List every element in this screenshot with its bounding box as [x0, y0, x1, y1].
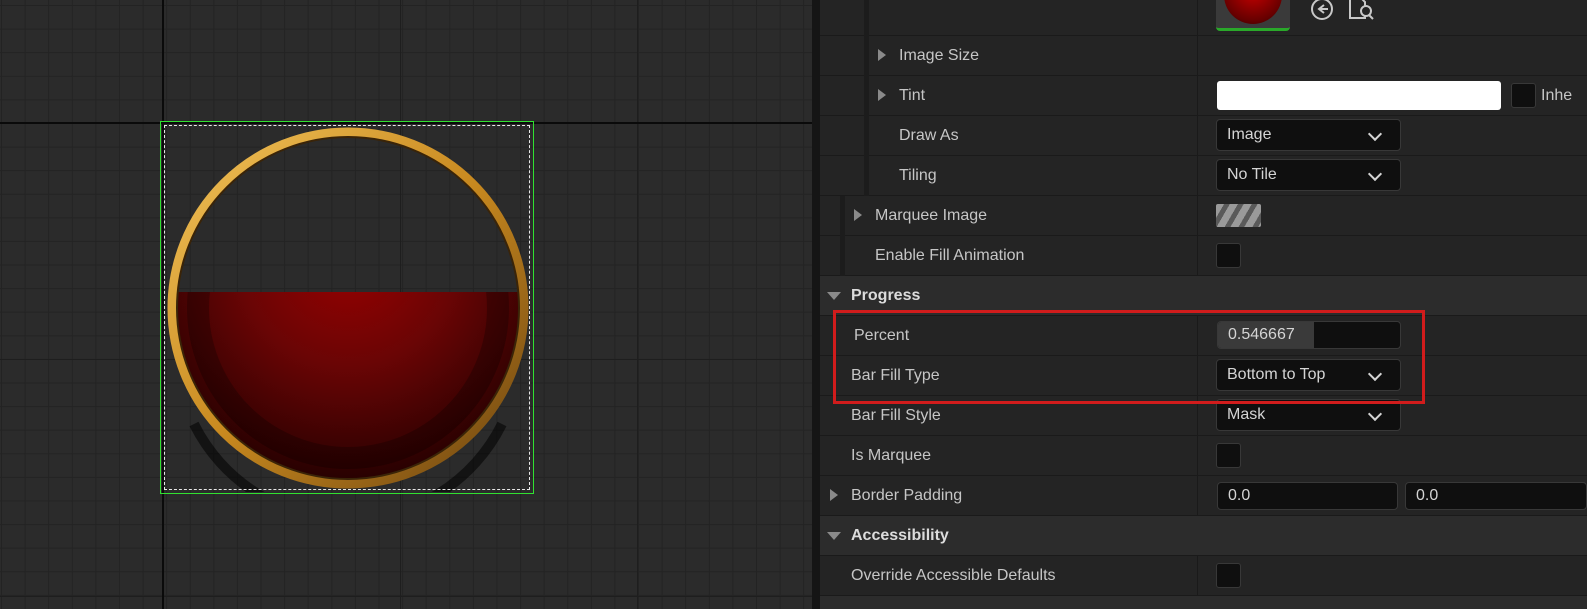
marquee-image-thumbnail[interactable] [1216, 204, 1261, 227]
chevron-down-icon [1367, 166, 1383, 182]
percent-value: 0.546667 [1228, 326, 1295, 343]
is-marquee-checkbox[interactable] [1216, 443, 1241, 468]
border-padding-row[interactable]: Border Padding 0.0 0.0 [820, 476, 1587, 516]
bar-fill-type-value: Bottom to Top [1227, 366, 1326, 383]
collapse-arrow-icon[interactable] [827, 292, 841, 300]
image-size-row[interactable]: Image Size [820, 36, 1587, 76]
tiling-dropdown[interactable]: No Tile [1216, 159, 1401, 191]
selection-frame[interactable] [160, 121, 534, 494]
bar-fill-style-row: Bar Fill Style Mask [820, 396, 1587, 436]
border-padding-x-input[interactable]: 0.0 [1217, 482, 1398, 510]
find-in-browser-icon[interactable] [1347, 0, 1375, 22]
marquee-image-label: Marquee Image [875, 207, 988, 224]
border-padding-y-input[interactable]: 0.0 [1405, 482, 1587, 510]
expand-arrow-icon[interactable] [878, 49, 886, 61]
collapse-arrow-icon[interactable] [827, 532, 841, 540]
image-property-row [820, 0, 1587, 36]
bar-fill-style-value: Mask [1227, 406, 1266, 423]
expand-arrow-icon[interactable] [878, 89, 886, 101]
details-panel: Image Size Tint Inhe Draw As Image Tilin… [820, 0, 1587, 609]
next-row-edge [820, 596, 1587, 609]
chevron-down-icon [1367, 406, 1383, 422]
percent-row: Percent 0.546667 [820, 316, 1587, 356]
enable-fill-animation-label: Enable Fill Animation [875, 247, 1025, 264]
bar-fill-type-dropdown[interactable]: Bottom to Top [1216, 359, 1401, 391]
grid-major-line [637, 0, 638, 609]
tint-inherit-label: Inhe [1541, 87, 1573, 104]
marquee-image-row[interactable]: Marquee Image [820, 196, 1587, 236]
enable-fill-animation-checkbox[interactable] [1216, 243, 1241, 268]
override-accessible-defaults-label: Override Accessible Defaults [851, 567, 1056, 584]
accessibility-section-header[interactable]: Accessibility [820, 516, 1587, 556]
tiling-label: Tiling [899, 167, 937, 184]
tint-row[interactable]: Tint Inhe [820, 76, 1587, 116]
is-marquee-row: Is Marquee [820, 436, 1587, 476]
selection-frame-inner [164, 125, 530, 490]
progress-section-title: Progress [851, 287, 921, 304]
border-padding-y-value: 0.0 [1416, 487, 1439, 504]
tint-inherit-checkbox[interactable] [1511, 83, 1536, 108]
progress-section-header[interactable]: Progress [820, 276, 1587, 316]
draw-as-value: Image [1227, 126, 1272, 143]
panel-splitter[interactable] [812, 0, 820, 609]
tint-label: Tint [899, 87, 926, 104]
browse-back-icon[interactable] [1309, 0, 1335, 22]
tiling-value: No Tile [1227, 166, 1277, 183]
bar-fill-type-label: Bar Fill Type [851, 367, 940, 384]
override-accessible-defaults-row: Override Accessible Defaults [820, 556, 1587, 596]
border-padding-label: Border Padding [851, 487, 963, 504]
designer-viewport[interactable] [0, 0, 812, 609]
chevron-down-icon [1367, 126, 1383, 142]
border-padding-x-value: 0.0 [1228, 487, 1251, 504]
bar-fill-style-label: Bar Fill Style [851, 407, 941, 424]
image-thumbnail[interactable] [1216, 0, 1290, 31]
expand-arrow-icon[interactable] [854, 209, 862, 221]
image-size-label: Image Size [899, 47, 980, 64]
bar-fill-type-row: Bar Fill Type Bottom to Top [820, 356, 1587, 396]
enable-fill-animation-row: Enable Fill Animation [820, 236, 1587, 276]
tiling-row: Tiling No Tile [820, 156, 1587, 196]
percent-input[interactable]: 0.546667 [1217, 321, 1401, 349]
chevron-down-icon [1367, 366, 1383, 382]
draw-as-label: Draw As [899, 127, 959, 144]
is-marquee-label: Is Marquee [851, 447, 932, 464]
override-accessible-defaults-checkbox[interactable] [1216, 563, 1241, 588]
bar-fill-style-dropdown[interactable]: Mask [1216, 399, 1401, 431]
expand-arrow-icon[interactable] [830, 489, 838, 501]
draw-as-row: Draw As Image [820, 116, 1587, 156]
draw-as-dropdown[interactable]: Image [1216, 119, 1401, 151]
grid-major-line [0, 596, 812, 597]
tint-color-swatch[interactable] [1217, 81, 1501, 110]
accessibility-section-title: Accessibility [851, 527, 949, 544]
percent-label: Percent [854, 327, 910, 344]
